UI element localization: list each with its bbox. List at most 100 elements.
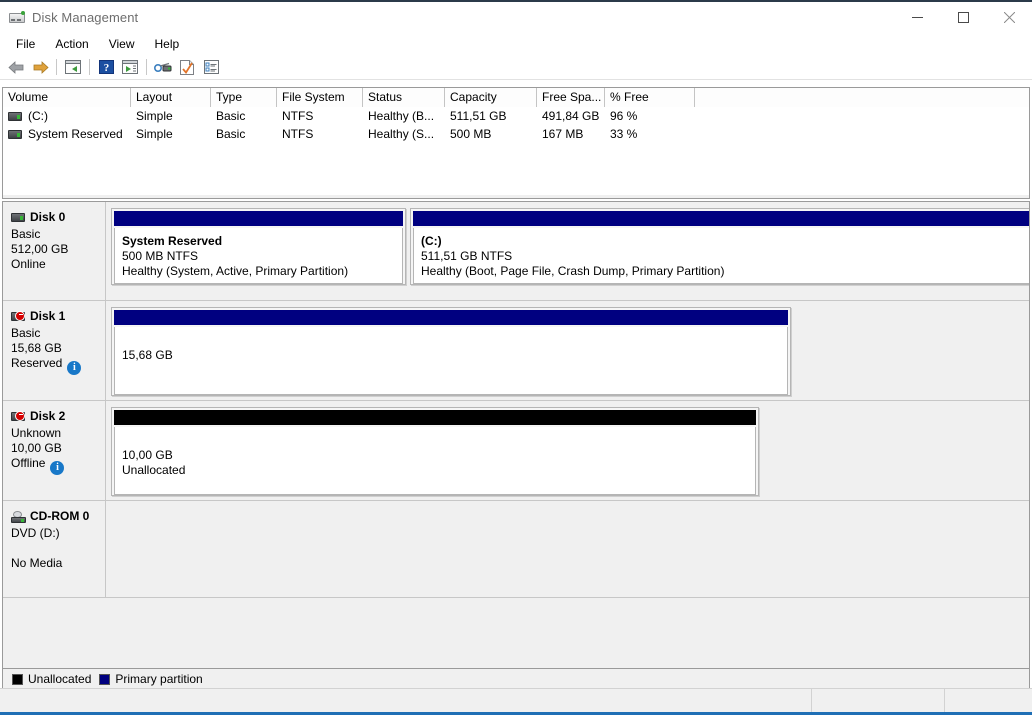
partition-details: System Reserved 500 MB NTFS Healthy (Sys…: [114, 228, 403, 284]
legend-item-unallocated: Unallocated: [12, 672, 91, 686]
disk-state: No Media: [11, 556, 105, 571]
disk-row-disk-0[interactable]: Disk 0 Basic 512,00 GB Online System Res…: [3, 202, 1029, 301]
disk-slices-disk-1: 15,68 GB: [106, 301, 1029, 400]
help-icon[interactable]: ?: [94, 56, 118, 78]
partition-status: Healthy (System, Active, Primary Partiti…: [122, 264, 395, 279]
table-row[interactable]: System Reserved Simple Basic NTFS Health…: [3, 125, 1029, 143]
disk-size: 10,00 GB: [11, 441, 105, 456]
volume-cell: (C:): [3, 107, 131, 125]
disk-graphical-pane: Disk 0 Basic 512,00 GB Online System Res…: [2, 201, 1030, 688]
status-pane-2: [812, 689, 945, 712]
partition-size-fs: 511,51 GB NTFS: [421, 249, 1022, 264]
properties-icon[interactable]: [175, 56, 199, 78]
free-space-cell: 167 MB: [537, 125, 605, 143]
column-header-type[interactable]: Type: [211, 88, 277, 107]
disk-info-disk-1[interactable]: Disk 1 Basic 15,68 GB Reservedi: [3, 301, 106, 400]
column-header-filler[interactable]: [695, 88, 1029, 107]
column-header-status[interactable]: Status: [363, 88, 445, 107]
partition-status: Healthy (Boot, Page File, Crash Dump, Pr…: [421, 264, 1022, 279]
file-system-cell: NTFS: [277, 107, 363, 125]
partition-color-bar: [114, 211, 403, 226]
minimize-button[interactable]: [894, 2, 940, 33]
partition-c-drive[interactable]: (C:) 511,51 GB NTFS Healthy (Boot, Page …: [410, 208, 1030, 285]
unallocated-swatch-icon: [12, 674, 23, 685]
disk-type: Unknown: [11, 426, 105, 441]
status-pane-1: [0, 689, 812, 712]
rescan-disks-icon[interactable]: [151, 56, 175, 78]
up-one-level-icon[interactable]: [61, 56, 85, 78]
disk-slices-disk-2: 10,00 GB Unallocated: [106, 401, 1029, 500]
partition-title: (C:): [421, 234, 1022, 249]
disk-type: Basic: [11, 326, 105, 341]
information-icon[interactable]: i: [50, 461, 64, 475]
volume-list-horizontal-scrollbar[interactable]: [2, 195, 1030, 199]
layout-cell: Simple: [131, 125, 211, 143]
legend: Unallocated Primary partition: [2, 668, 1030, 690]
disk-state: Online: [11, 257, 105, 272]
column-header-free-space[interactable]: Free Spa...: [537, 88, 605, 107]
close-button[interactable]: [986, 2, 1032, 33]
column-header-file-system[interactable]: File System: [277, 88, 363, 107]
partition-disk1-reserved[interactable]: 15,68 GB: [111, 307, 791, 396]
column-header-volume[interactable]: Volume: [3, 88, 131, 107]
file-system-cell: NTFS: [277, 125, 363, 143]
drive-icon: [8, 130, 22, 139]
window-controls: [894, 2, 1032, 33]
table-row[interactable]: (C:) Simple Basic NTFS Healthy (B... 511…: [3, 107, 1029, 125]
partition-size-fs: 500 MB NTFS: [122, 249, 395, 264]
volume-list-pane[interactable]: Volume Layout Type File System Status Ca…: [2, 87, 1030, 197]
disk-info-cd-rom-0[interactable]: CD-ROM 0 DVD (D:) No Media: [3, 501, 106, 597]
forward-arrow-icon[interactable]: [28, 56, 52, 78]
volume-list-header: Volume Layout Type File System Status Ca…: [3, 88, 1029, 107]
partition-size-fs: 15,68 GB: [122, 348, 780, 363]
partition-details: (C:) 511,51 GB NTFS Healthy (Boot, Page …: [413, 228, 1030, 284]
disk-name: Disk 2: [30, 409, 65, 424]
capacity-cell: 500 MB: [445, 125, 537, 143]
column-header-layout[interactable]: Layout: [131, 88, 211, 107]
free-space-cell: 491,84 GB: [537, 107, 605, 125]
partition-system-reserved[interactable]: System Reserved 500 MB NTFS Healthy (Sys…: [111, 208, 406, 285]
disk-name: Disk 1: [30, 309, 65, 324]
disk-title: Disk 1: [11, 309, 105, 324]
menu-bar: File Action View Help: [0, 33, 1032, 55]
status-cell: Healthy (B...: [363, 107, 445, 125]
disk-row-disk-1[interactable]: Disk 1 Basic 15,68 GB Reservedi 15,68 GB: [3, 301, 1029, 401]
menu-file[interactable]: File: [6, 35, 45, 53]
disk-row-cd-rom-0[interactable]: CD-ROM 0 DVD (D:) No Media: [3, 501, 1029, 598]
menu-view[interactable]: View: [99, 35, 145, 53]
status-cell: Healthy (S...: [363, 125, 445, 143]
show-hide-console-tree-icon[interactable]: [199, 56, 223, 78]
percent-free-cell: 96 %: [605, 107, 695, 125]
disk-info-disk-2[interactable]: Disk 2 Unknown 10,00 GB Offline i: [3, 401, 106, 500]
maximize-button[interactable]: [940, 2, 986, 33]
type-cell: Basic: [211, 107, 277, 125]
information-icon[interactable]: i: [67, 361, 81, 375]
partition-status: Unallocated: [122, 463, 748, 478]
toolbar-separator: [56, 59, 57, 75]
disk-type: Basic: [11, 227, 105, 242]
column-header-percent-free[interactable]: % Free: [605, 88, 695, 107]
title-bar: Disk Management: [0, 2, 1032, 33]
capacity-cell: 511,51 GB: [445, 107, 537, 125]
partition-title: System Reserved: [122, 234, 395, 249]
volume-cell: System Reserved: [3, 125, 131, 143]
hard-disk-error-icon: [11, 412, 25, 421]
disk-row-disk-2[interactable]: Disk 2 Unknown 10,00 GB Offline i 10,00 G…: [3, 401, 1029, 501]
volume-list-body: (C:) Simple Basic NTFS Healthy (B... 511…: [3, 107, 1029, 143]
back-arrow-icon[interactable]: [4, 56, 28, 78]
menu-help[interactable]: Help: [145, 35, 190, 53]
type-cell: Basic: [211, 125, 277, 143]
column-header-capacity[interactable]: Capacity: [445, 88, 537, 107]
show-action-pane-icon[interactable]: [118, 56, 142, 78]
menu-action[interactable]: Action: [45, 35, 98, 53]
disk-management-icon: [9, 10, 25, 26]
volume-name: (C:): [28, 107, 48, 125]
disk-type: DVD (D:): [11, 526, 105, 541]
disk-info-disk-0[interactable]: Disk 0 Basic 512,00 GB Online: [3, 202, 106, 300]
partition-unallocated[interactable]: 10,00 GB Unallocated: [111, 407, 759, 496]
disk-state: Offline: [11, 456, 45, 470]
partition-color-bar: [413, 211, 1030, 226]
partition-details: 15,68 GB: [114, 327, 788, 395]
disk-title: Disk 0: [11, 210, 105, 225]
legend-item-primary-partition: Primary partition: [99, 672, 202, 686]
